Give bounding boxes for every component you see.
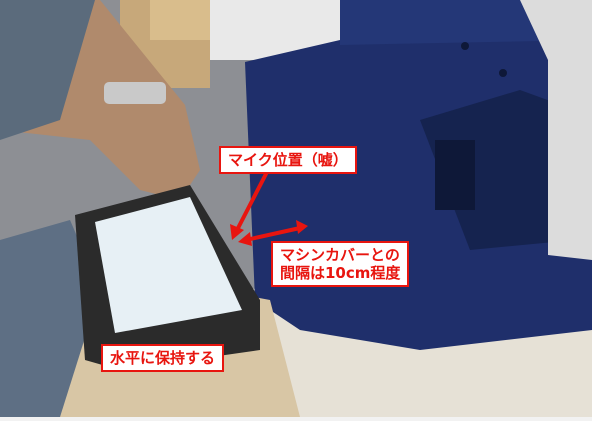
printer-handle: [435, 140, 475, 210]
machine-cover-gap-line-2: 間隔は10cm程度: [280, 264, 401, 282]
mic-position-label: マイク位置（嘘）: [219, 146, 357, 174]
printer-screw-2: [461, 42, 469, 50]
photo-scene: マイク位置（嘘） マシンカバーとの 間隔は10cm程度 水平に保持する: [0, 0, 592, 417]
photo-illustration: [0, 0, 592, 417]
hold-level-label: 水平に保持する: [101, 344, 225, 372]
cardboard-box-2: [150, 0, 220, 40]
machine-cover-gap-line-1: マシンカバーとの: [280, 246, 400, 264]
machine-cover-gap-label: マシンカバーとの 間隔は10cm程度: [271, 241, 410, 287]
hold-level-text: 水平に保持する: [110, 349, 216, 367]
printer-screw: [499, 69, 507, 77]
wristwatch: [104, 82, 166, 104]
mic-position-text: マイク位置（嘘）: [228, 151, 348, 169]
